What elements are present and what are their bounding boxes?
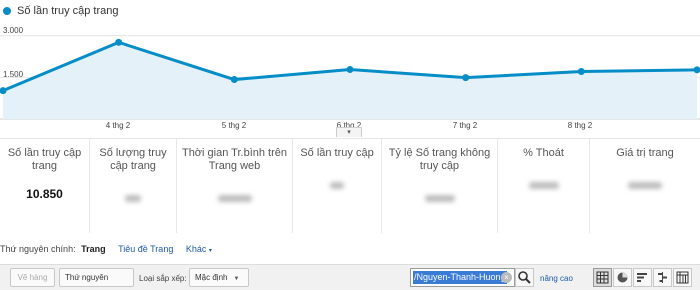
pie-view-icon (617, 272, 628, 283)
scorecard-value: 10.850 (26, 187, 63, 201)
advanced-filter-link[interactable]: nâng cao (540, 274, 573, 283)
scorecard-exit-rate[interactable]: % Thoát (498, 139, 590, 233)
scorecard-title: Số lượng truy cập trang (99, 147, 167, 172)
sort-type-dropdown[interactable]: Mặc định ▼ (189, 268, 249, 287)
pivot-view-icon (676, 271, 689, 284)
search-icon (518, 271, 531, 284)
search-button[interactable] (515, 268, 534, 287)
scorecard-pageviews[interactable]: Số lần truy cập trang 10.850 (0, 139, 90, 233)
scorecard-title: Thời gian Tr.bình trên Trang web (181, 147, 288, 172)
scorecard-title: Tỷ lệ Số trang không truy cập (388, 147, 491, 172)
scorecard-bounce-rate[interactable]: Tỷ lệ Số trang không truy cập (382, 139, 498, 233)
chevron-down-icon: ▼ (233, 276, 240, 282)
blurred-value (528, 182, 559, 189)
data-point[interactable] (115, 38, 123, 46)
collapse-chart-button[interactable]: ▾ (336, 127, 362, 137)
table-search-input[interactable]: /Nguyen-Thanh-Huong × (410, 268, 515, 287)
scorecard-entrances[interactable]: Số lần truy cập (293, 139, 382, 233)
blurred-value (330, 182, 344, 189)
table-view-button[interactable] (593, 268, 612, 287)
clear-icon[interactable]: × (501, 272, 512, 283)
pie-view-button[interactable] (613, 268, 632, 287)
x-tick-label: 7 thg 2 (452, 121, 478, 130)
x-tick-label: 5 thg 2 (221, 121, 247, 130)
dimension-option-page-title[interactable]: Tiêu đề Trang (118, 244, 173, 254)
scorecard-title: Số lần truy cập trang (7, 147, 82, 172)
table-view-icon (596, 271, 609, 284)
series-area (3, 42, 697, 120)
table-toolbar: Vẽ hàng Thứ nguyên phụ▼ Loại sắp xếp: Mặ… (0, 264, 700, 291)
performance-view-icon (637, 273, 647, 282)
secondary-dimension-dropdown[interactable]: Thứ nguyên phụ▼ (59, 268, 134, 291)
sort-type-label: Loại sắp xếp: (139, 274, 187, 283)
chevron-down-icon: ▾ (208, 248, 212, 254)
sort-type-value: Mặc định (195, 273, 228, 282)
dimension-option-other-label: Khác (185, 244, 207, 254)
scorecard-title: % Thoát (523, 147, 564, 159)
comparison-view-button[interactable] (653, 268, 672, 287)
data-point[interactable] (577, 68, 585, 75)
plot-rows-button[interactable]: Vẽ hàng (10, 268, 55, 287)
blurred-value (125, 195, 141, 202)
data-point[interactable] (462, 74, 470, 82)
dimension-option-other[interactable]: Khác ▾ (186, 244, 212, 254)
blurred-value (628, 182, 662, 189)
scorecard-title: Số lần truy cập (300, 147, 374, 159)
data-point[interactable] (230, 76, 238, 84)
x-tick-label: 8 thg 2 (567, 121, 593, 130)
blurred-value (217, 195, 252, 202)
data-point[interactable] (346, 66, 354, 74)
scorecard-unique-pageviews[interactable]: Số lượng truy cập trang (90, 139, 177, 233)
blurred-value (424, 195, 455, 202)
pivot-view-button[interactable] (673, 268, 692, 287)
scorecard-row: Số lần truy cập trang 10.850 Số lượng tr… (0, 138, 700, 233)
performance-view-button[interactable] (633, 268, 652, 287)
search-input-value: /Nguyen-Thanh-Huong (413, 271, 507, 284)
page-views-chart: Số lần truy cập trang 3.000 1.500 4 thg … (0, 0, 700, 138)
scorecard-page-value[interactable]: Giá trị trang (590, 139, 700, 233)
scorecard-avg-time[interactable]: Thời gian Tr.bình trên Trang web (177, 139, 293, 233)
chart-plot (0, 35, 700, 120)
primary-dimension-label: Thứ nguyên chính: (0, 244, 76, 254)
dimension-option-page[interactable]: Trang (81, 244, 106, 254)
primary-dimension-bar: Thứ nguyên chính: Trang Tiêu đề Trang Kh… (0, 244, 212, 254)
comparison-view-icon (658, 272, 667, 283)
x-tick-label: 4 thg 2 (105, 121, 131, 130)
scorecard-title: Giá trị trang (616, 147, 674, 159)
secondary-dimension-label: Thứ nguyên phụ (65, 273, 109, 291)
